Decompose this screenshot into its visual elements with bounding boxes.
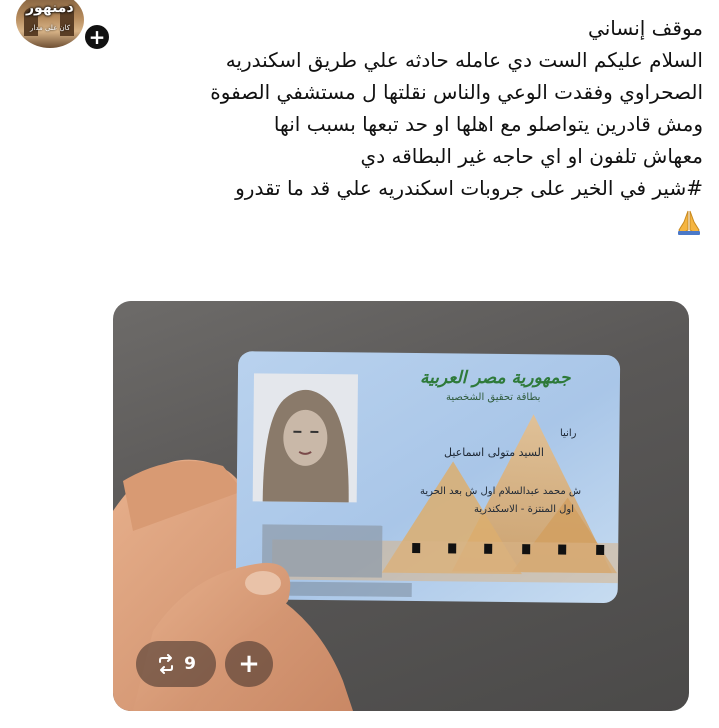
profile-avatar-group[interactable]: دمنهور كان على مدار + <box>14 0 112 54</box>
avatar-account-subtitle: كان على مدار <box>30 24 71 32</box>
repost-count: 9 <box>184 654 196 674</box>
thumb-nail <box>245 571 281 595</box>
plus-icon: + <box>238 649 260 679</box>
id-card-subtitle: بطاقة تحقيق الشخصية <box>446 392 541 403</box>
id-digits-blur <box>281 581 412 597</box>
post-body: موقف إنساني السلام عليكم الست دي عامله ح… <box>103 12 703 244</box>
avatar-account-name: دمنهور <box>26 0 74 16</box>
id-card-first-name: رانيا <box>560 428 577 439</box>
id-card-full-name: السيد متولى اسماعيل <box>444 446 544 459</box>
post-line: الصحراوي وفقدت الوعي والناس نقلتها ل مست… <box>210 80 703 104</box>
post-emoji-line <box>103 204 703 244</box>
id-card-address-line1: ش محمد عبدالسلام اول ش بعد الحرية <box>420 486 582 497</box>
post-line: السلام عليكم الست دي عامله حادثه علي طري… <box>225 48 703 72</box>
post-line: ومش قادرين يتواصلو مع اهلها او حد تبعها … <box>273 112 703 136</box>
folded-hands-icon <box>678 210 700 235</box>
avatar[interactable]: دمنهور كان على مدار <box>16 0 84 48</box>
add-button[interactable]: + <box>225 641 273 687</box>
id-card-title: جمهورية مصر العربية <box>420 368 571 388</box>
post-line: معهاش تلفون او اي حاجه غير البطاقه دي <box>360 144 703 168</box>
repost-button[interactable]: 9 <box>136 641 216 687</box>
post-line-hashtag: #شير في الخير على جروبات اسكندريه علي قد… <box>235 176 703 200</box>
repost-icon <box>159 654 174 674</box>
post-line-title: موقف إنساني <box>588 16 703 40</box>
id-card-address-line2: اول المنتزة - الاسكندرية <box>474 504 575 515</box>
